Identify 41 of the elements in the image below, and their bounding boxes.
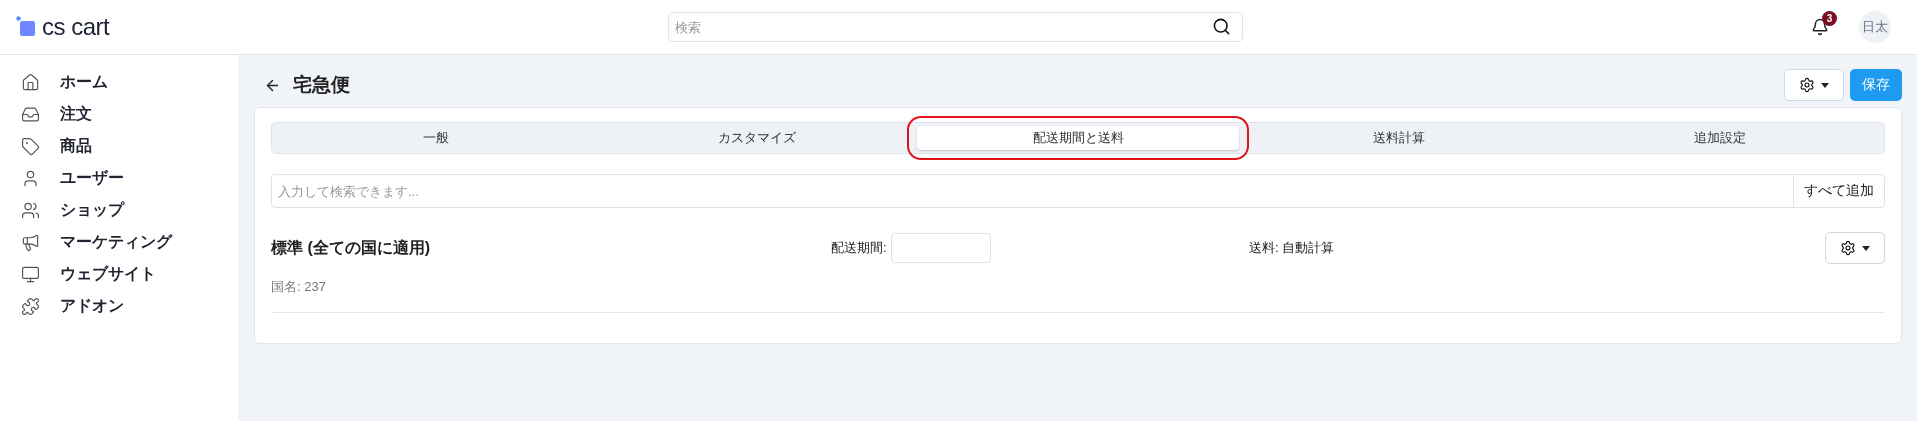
shipping-fee-text: 送料: 自動計算 [1249, 239, 1336, 257]
sidebar-item[interactable]: マーケティング [0, 226, 238, 258]
puzzle-icon [21, 296, 40, 316]
settings-icon [1799, 77, 1815, 93]
sidebar-item[interactable]: ホーム [0, 66, 238, 98]
logo-icon [16, 16, 36, 38]
page-title: 宅急便 [293, 73, 350, 97]
sidebar-item[interactable]: 注文 [0, 98, 238, 130]
tab[interactable]: カスタマイズ [596, 126, 918, 150]
delivery-time-field[interactable] [890, 233, 991, 263]
notification-count: 3 [1822, 11, 1837, 26]
tab[interactable]: 配送期間と送料 [917, 126, 1239, 150]
megaphone-icon [21, 232, 40, 252]
search-field[interactable]: 検索 [668, 12, 1243, 42]
logo-text[interactable]: cs cart [42, 13, 110, 41]
caret-icon [1821, 82, 1829, 88]
settings-dropdown-button[interactable] [1825, 232, 1885, 264]
bell-icon[interactable] [1811, 18, 1829, 36]
tab[interactable]: 送料計算 [1238, 126, 1560, 150]
monitor-icon [21, 264, 40, 284]
tab[interactable]: 追加設定 [1559, 126, 1881, 150]
sidebar-item[interactable]: ウェブサイト [0, 258, 238, 290]
settings-icon [1840, 240, 1856, 256]
settings-dropdown-button[interactable] [1784, 69, 1844, 101]
home-icon [21, 72, 40, 92]
country-search-field[interactable]: 入力して検索できます... [271, 174, 1794, 208]
user-icon [21, 168, 40, 188]
tab[interactable]: 一般 [275, 126, 597, 150]
tag-icon [21, 136, 40, 156]
sidebar-item[interactable]: ショップ [0, 194, 238, 226]
users-icon [21, 200, 40, 220]
sidebar-item[interactable]: ユーザー [0, 162, 238, 194]
sidebar-item[interactable]: 商品 [0, 130, 238, 162]
user-avatar[interactable]: 日太 [1859, 11, 1891, 43]
country-count: 国名: 237 [271, 278, 1885, 313]
caret-icon [1862, 245, 1870, 251]
add-all-button[interactable]: すべて追加 [1794, 174, 1885, 208]
delivery-time-label: 配送期間: [831, 239, 887, 257]
sidebar-item[interactable]: アドオン [0, 290, 238, 322]
search-icon[interactable] [1212, 17, 1231, 36]
rate-name: 標準 (全ての国に適用) [271, 237, 432, 258]
